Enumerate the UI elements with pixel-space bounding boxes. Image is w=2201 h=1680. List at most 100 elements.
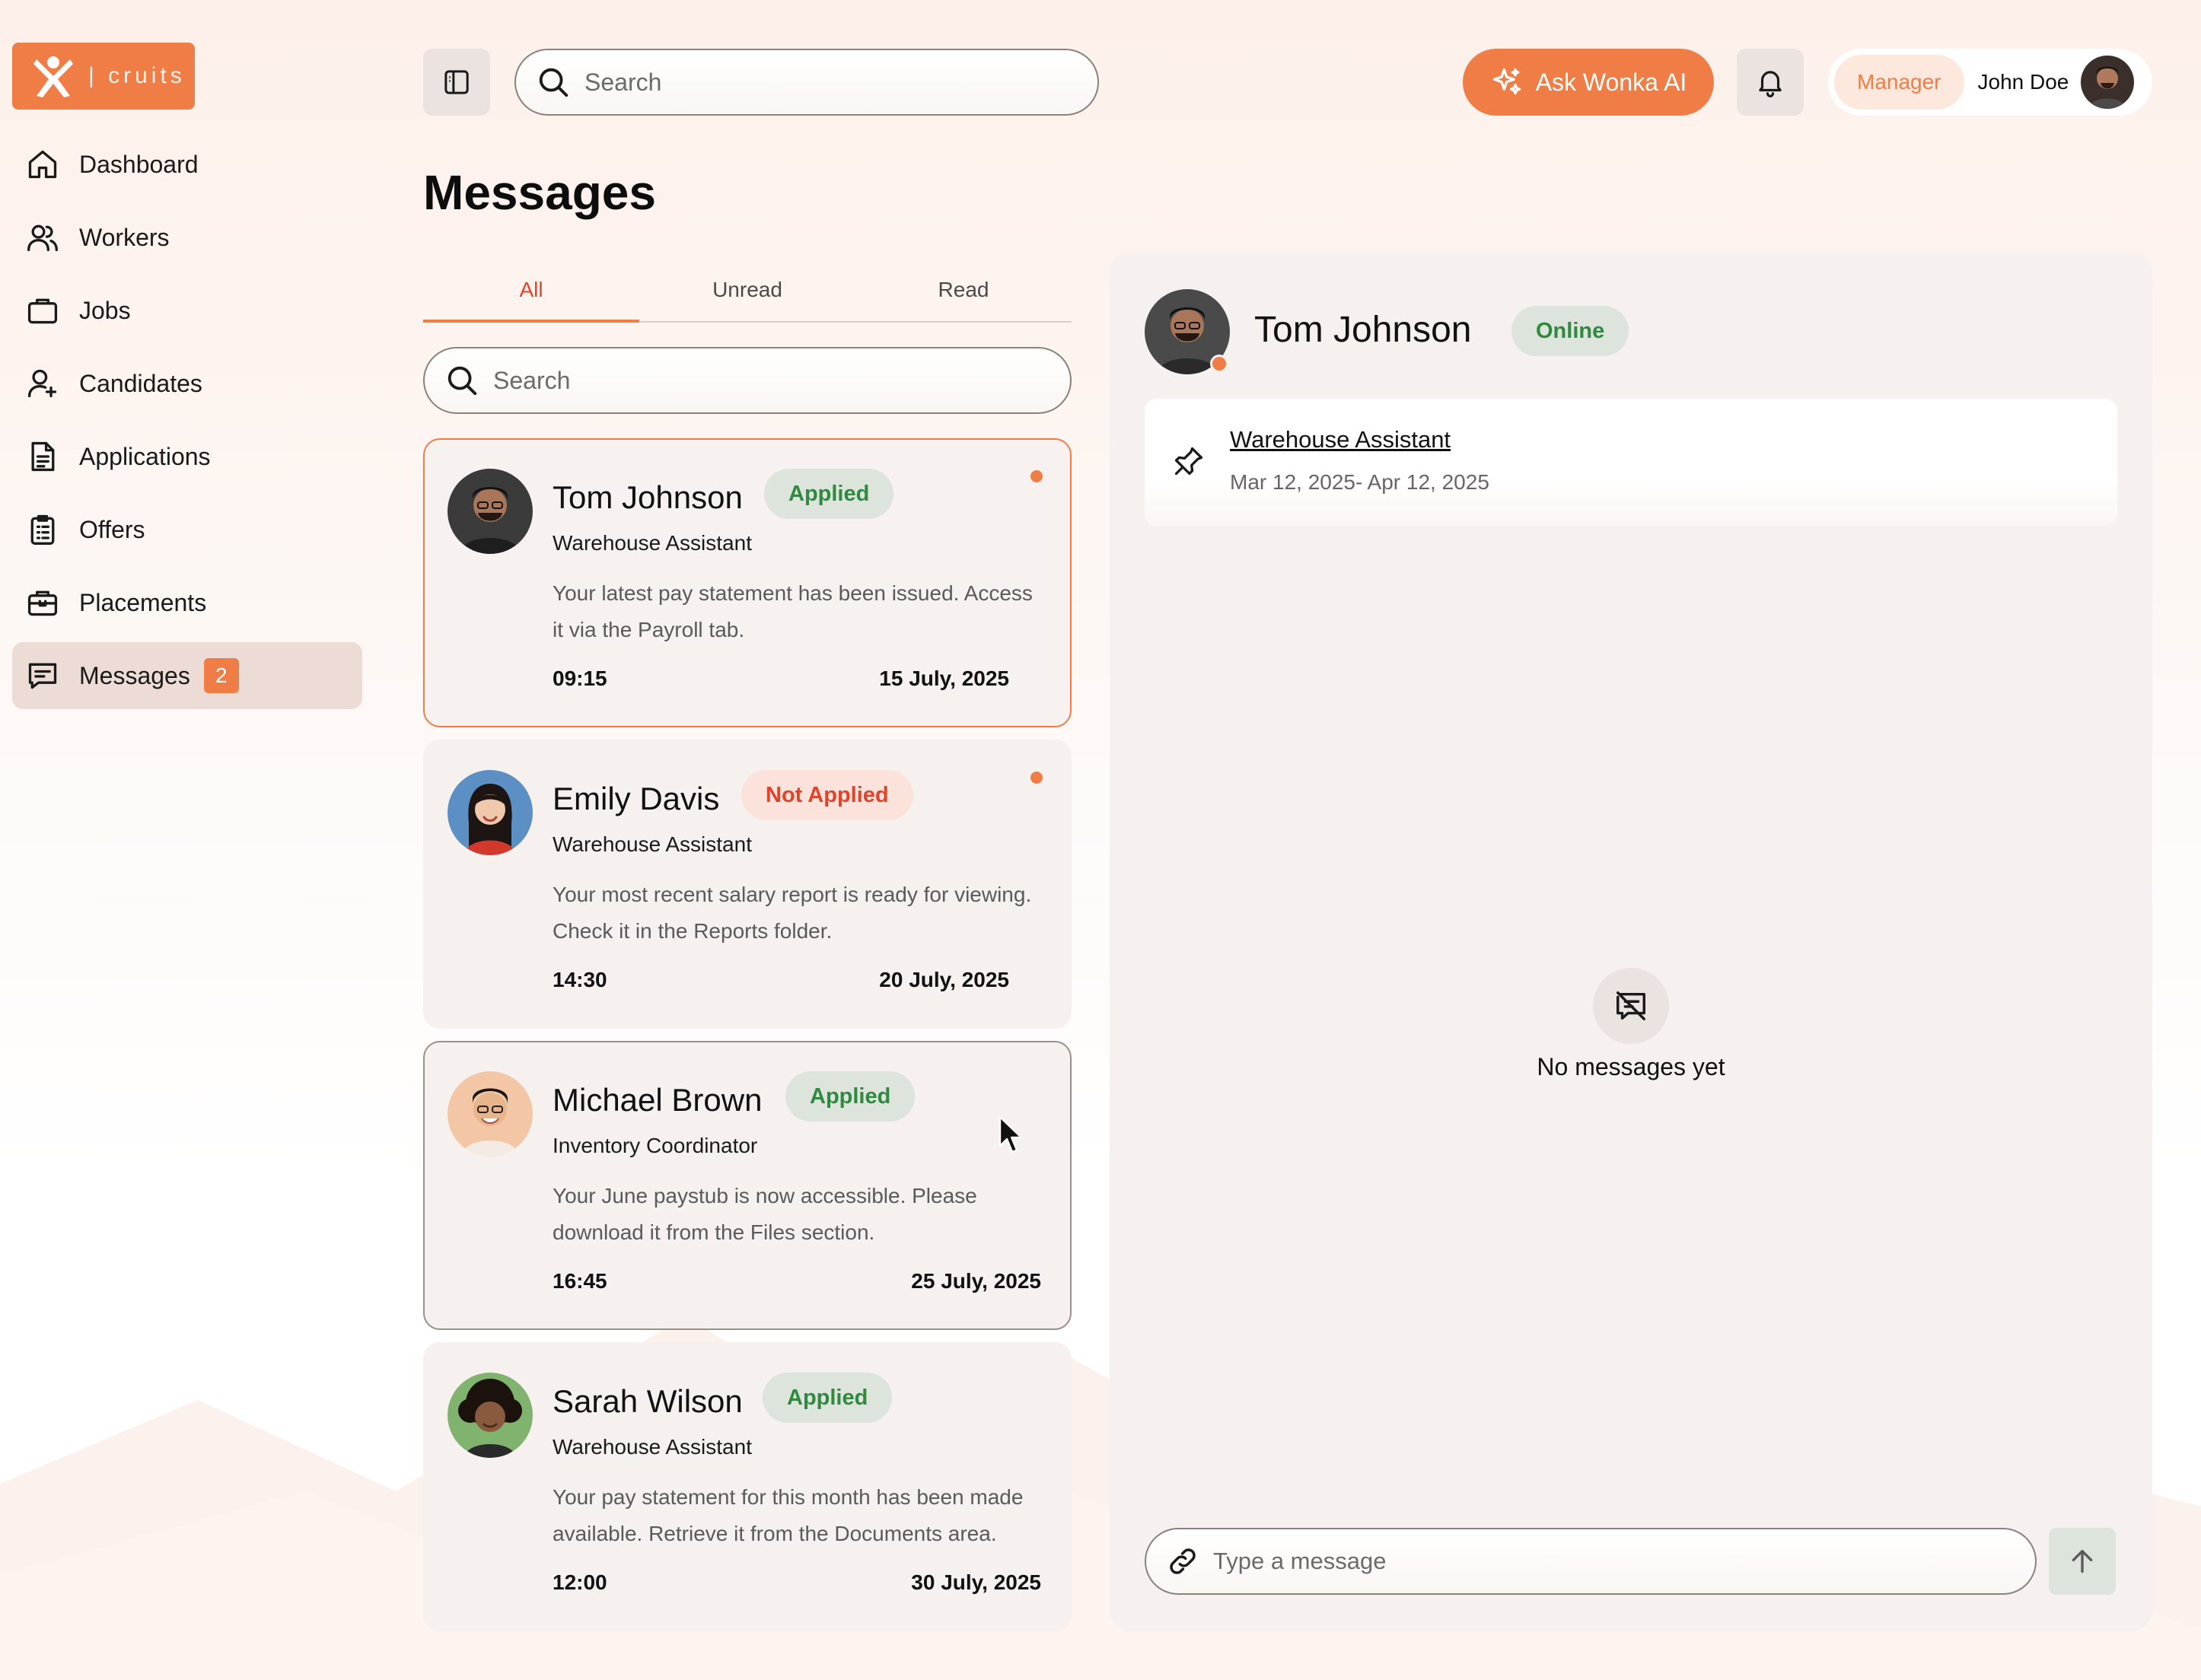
global-search-input[interactable]: Search [514, 49, 1099, 116]
message-composer [1145, 1528, 2037, 1595]
sidebar-item-label: Messages [79, 661, 190, 689]
sidebar-item-candidates[interactable]: Candidates [12, 350, 362, 417]
tab-all[interactable]: All [423, 259, 639, 323]
sidebar-item-label: Jobs [79, 296, 131, 324]
chat-panel: Tom Johnson Online Warehouse Assistant M… [1110, 253, 2152, 1631]
tab-unread[interactable]: Unread [639, 259, 855, 321]
page-title: Messages [423, 165, 656, 220]
mouse-cursor-icon [999, 1115, 1023, 1153]
toolbox-icon [27, 590, 58, 616]
sidebar-item-label: Workers [79, 223, 170, 251]
avatar [448, 1373, 533, 1458]
global-search-placeholder: Search [584, 68, 662, 96]
message-icon [28, 663, 57, 689]
sidebar-item-jobs[interactable]: Jobs [12, 277, 362, 344]
sidebar-item-label: Dashboard [79, 150, 199, 178]
conversation-role: Inventory Coordinator [553, 1134, 758, 1157]
conversation-date: 25 July, 2025 [911, 1269, 1041, 1293]
conversation-date: 15 July, 2025 [879, 667, 1009, 690]
conversation-preview: Your most recent salary report is ready … [553, 883, 1032, 943]
conversation-time: 14:30 [553, 968, 607, 991]
pinned-job-dates: Mar 12, 2025- Apr 12, 2025 [1230, 470, 1489, 494]
online-status-badge: Online [1511, 306, 1629, 356]
conversation-card-sarah-wilson[interactable]: Sarah Wilson Applied Warehouse Assistant… [423, 1342, 1072, 1631]
logo-text: | cruits [88, 63, 186, 88]
pin-icon [1174, 447, 1203, 476]
user-name: John Doe [1977, 70, 2069, 94]
attach-link-icon[interactable] [1166, 1545, 1199, 1578]
pinned-job-card: Warehouse Assistant Mar 12, 2025- Apr 12… [1145, 399, 2117, 527]
brand-logo[interactable]: | cruits [12, 43, 195, 110]
sidebar-item-workers[interactable]: Workers [12, 204, 362, 271]
conversation-preview: Your latest pay statement has been issue… [553, 581, 1033, 641]
ask-wonka-ai-label: Ask Wonka AI [1535, 68, 1687, 96]
status-badge: Not Applied [741, 770, 913, 820]
conversation-card-michael-brown[interactable]: Michael Brown Applied Inventory Coordina… [423, 1041, 1072, 1330]
empty-state-text: No messages yet [1537, 1053, 1725, 1080]
sidebar-item-placements[interactable]: Placements [12, 569, 362, 636]
sidebar-item-messages[interactable]: Messages 2 [12, 642, 362, 709]
conversation-time: 16:45 [553, 1269, 607, 1293]
conversation-role: Warehouse Assistant [553, 1435, 752, 1459]
status-badge: Applied [764, 469, 894, 519]
sidebar-item-dashboard[interactable]: Dashboard [12, 131, 362, 198]
avatar [448, 770, 533, 855]
no-messages-icon [1593, 968, 1669, 1044]
conversation-card-emily-davis[interactable]: Emily Davis Not Applied Warehouse Assist… [423, 740, 1072, 1029]
avatar [448, 469, 533, 554]
unread-indicator [1030, 470, 1043, 482]
conversation-date: 20 July, 2025 [879, 968, 1009, 991]
user-profile-menu[interactable]: Manager John Doe [1828, 49, 2152, 116]
conversation-role: Warehouse Assistant [553, 832, 752, 856]
pinned-job-link[interactable]: Warehouse Assistant [1230, 426, 1451, 453]
status-badge: Applied [763, 1373, 893, 1423]
chat-contact-avatar [1145, 289, 1230, 374]
document-icon [31, 441, 55, 472]
user-avatar [2081, 56, 2135, 109]
presence-dot [1210, 355, 1228, 373]
avatar [448, 1071, 533, 1157]
sidebar-toggle-button[interactable] [423, 49, 490, 116]
conversation-search-input[interactable]: Search [423, 347, 1072, 414]
chat-contact-name: Tom Johnson [1254, 310, 1472, 350]
sidebar-item-offers[interactable]: Offers [12, 496, 362, 563]
logo-figure-icon [33, 56, 73, 97]
sidebar-item-label: Applications [79, 442, 211, 470]
home-icon [28, 150, 57, 179]
arrow-up-icon [2072, 1550, 2093, 1573]
notifications-button[interactable] [1737, 49, 1804, 116]
conversation-name: Sarah Wilson [553, 1383, 743, 1419]
conversation-time: 12:00 [553, 1570, 607, 1594]
conversation-time: 09:15 [553, 667, 607, 690]
ask-wonka-ai-button[interactable]: Ask Wonka AI [1463, 49, 1714, 116]
briefcase-icon [27, 298, 58, 324]
conversation-search-placeholder: Search [493, 366, 571, 394]
conversation-role: Warehouse Assistant [553, 531, 752, 555]
conversation-card-tom-johnson[interactable]: Tom Johnson Applied Warehouse Assistant … [423, 438, 1072, 727]
conversation-preview: Your pay statement for this month has be… [553, 1485, 1024, 1545]
message-input[interactable] [1213, 1548, 1974, 1575]
users-icon [27, 224, 58, 252]
clipboard-list-icon [30, 514, 55, 545]
sidebar-nav: Dashboard Workers Jobs Candidates Applic… [12, 131, 362, 715]
sidebar-item-applications[interactable]: Applications [12, 423, 362, 490]
sidebar-item-label: Offers [79, 515, 145, 543]
unread-indicator [1030, 772, 1043, 784]
sidebar-item-label: Candidates [79, 369, 202, 397]
bell-icon [1759, 71, 1782, 97]
message-filter-tabs: All Unread Read [423, 259, 1072, 323]
conversation-preview: Your June paystub is now accessible. Ple… [553, 1184, 977, 1244]
conversation-name: Tom Johnson [553, 479, 743, 515]
search-icon [539, 68, 569, 97]
conversation-name: Michael Brown [553, 1082, 763, 1118]
role-badge: Manager [1834, 55, 1964, 110]
sidebar-panel-icon [444, 70, 469, 94]
tab-read[interactable]: Read [855, 259, 1072, 321]
status-badge: Applied [785, 1071, 916, 1122]
sparkles-icon [1492, 68, 1521, 95]
sidebar-item-label: Placements [79, 588, 207, 616]
send-button[interactable] [2049, 1528, 2116, 1595]
messages-unread-badge: 2 [203, 658, 239, 693]
conversation-name: Emily Davis [553, 781, 720, 816]
user-plus-icon [27, 369, 57, 398]
